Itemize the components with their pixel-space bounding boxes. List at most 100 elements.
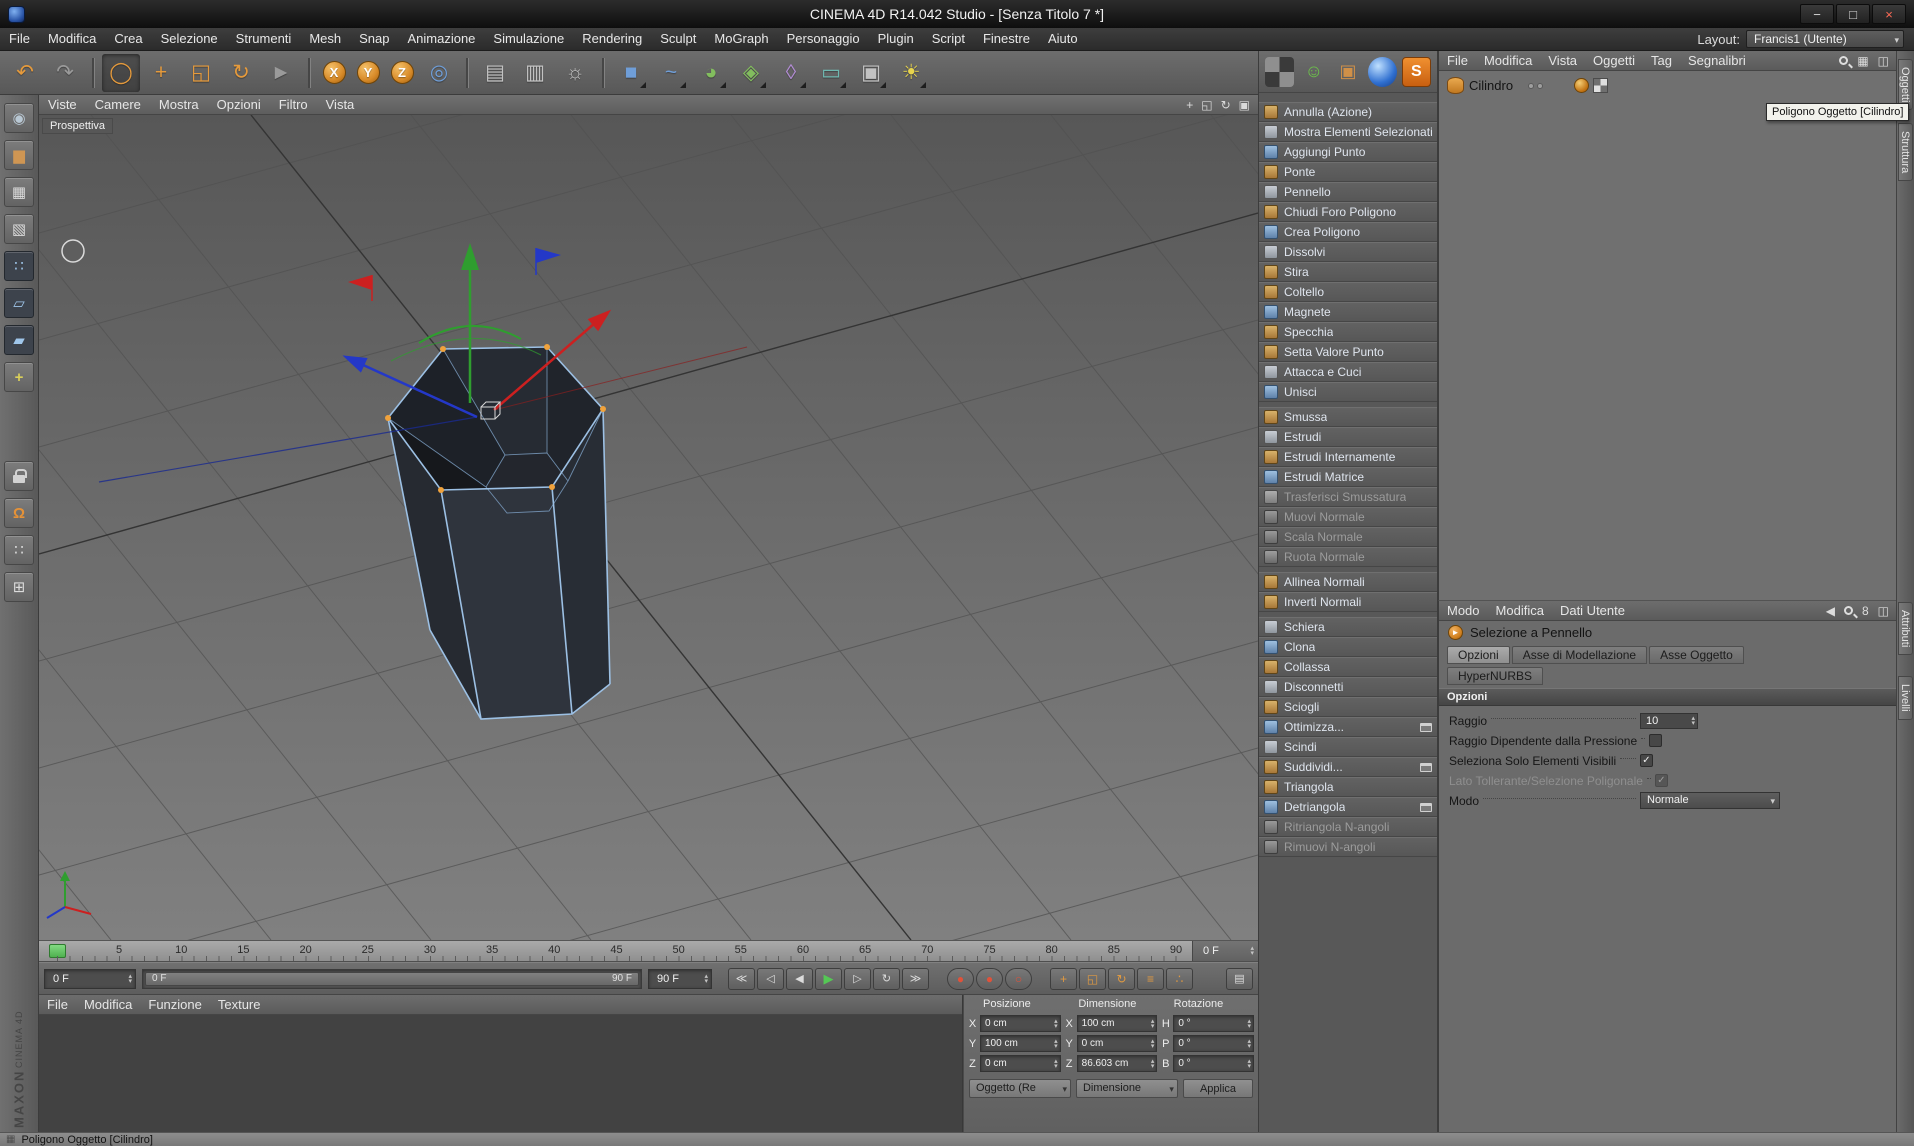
uvw-mode-button[interactable]: ▧ — [4, 214, 34, 244]
command-item[interactable]: Stira — [1259, 262, 1437, 282]
viewport-view-label[interactable]: Prospettiva — [42, 118, 114, 134]
menu-item[interactable]: File — [0, 28, 39, 50]
record-scale-toggle[interactable]: ◱ — [1079, 967, 1106, 990]
render-settings-button[interactable]: ☼ — [556, 54, 594, 92]
next-frame-button[interactable]: ▷ — [844, 967, 871, 990]
command-item[interactable]: Inverti Normali — [1259, 592, 1437, 612]
materials-menu-item[interactable]: Modifica — [76, 995, 140, 1014]
command-item[interactable]: Scindi — [1259, 737, 1437, 757]
prev-frame-button[interactable]: ◀ — [786, 967, 813, 990]
spinner-icon[interactable]: ▴ ▾ — [1250, 945, 1254, 957]
record-parameter-toggle[interactable]: ≡ — [1137, 967, 1164, 990]
spinner-icon[interactable]: ▴ ▾ — [1247, 1018, 1251, 1030]
command-item[interactable]: Mostra Elementi Selezionati — [1259, 122, 1437, 142]
coordinate-field[interactable]: 0 cm ▴ ▾ — [1076, 1035, 1158, 1052]
command-item[interactable]: Trasferisci Smussatura — [1259, 487, 1437, 507]
command-item[interactable]: Smussa — [1259, 407, 1437, 427]
ruler-frame-field[interactable]: 0 F ▴ ▾ — [1192, 941, 1258, 961]
lock-z-axis-button[interactable]: Z — [386, 54, 418, 92]
spinner-icon[interactable]: ▴ ▾ — [1151, 1058, 1155, 1070]
record-rotation-toggle[interactable]: ↻ — [1108, 967, 1135, 990]
coordinate-field[interactable]: 86.603 cm ▴ ▾ — [1076, 1055, 1158, 1072]
command-item[interactable]: Dissolvi — [1259, 242, 1437, 262]
materials-menu-item[interactable]: File — [39, 995, 76, 1014]
record-position-toggle[interactable]: + — [1050, 967, 1077, 990]
uvw-tag-icon[interactable] — [1593, 78, 1609, 93]
viewport-menu-item[interactable]: Mostra — [150, 95, 208, 114]
pressione-checkbox[interactable] — [1649, 734, 1663, 747]
lock-x-axis-button[interactable]: X — [318, 54, 350, 92]
lock-y-axis-button[interactable]: Y — [352, 54, 384, 92]
materials-menu-item[interactable]: Texture — [210, 995, 269, 1014]
command-item[interactable]: Setta Valore Punto — [1259, 342, 1437, 362]
search-icon[interactable] — [1843, 606, 1853, 615]
menu-item[interactable]: Strumenti — [227, 28, 301, 50]
object-manager-menu-item[interactable]: Oggetti — [1585, 51, 1643, 70]
command-item[interactable]: Collassa — [1259, 657, 1437, 677]
viewport-menu-item[interactable]: Viste — [39, 95, 86, 114]
panel-icon[interactable]: ◫ — [1878, 55, 1889, 67]
command-item[interactable]: Sciogli — [1259, 697, 1437, 717]
object-manager-menu-item[interactable]: Segnalibri — [1680, 51, 1754, 70]
materials-menu-item[interactable]: Funzione — [140, 995, 209, 1014]
loop-button[interactable]: ↻ — [873, 967, 900, 990]
attribute-tab[interactable]: Asse di Modellazione — [1511, 646, 1648, 664]
spinner-icon[interactable]: ▴ ▾ — [1151, 1038, 1155, 1050]
timeline-range-slider[interactable]: 0 F 90 F — [142, 968, 642, 989]
record-keyframe-button[interactable]: ● — [947, 967, 974, 990]
add-spline-button[interactable]: ~ — [652, 54, 690, 92]
end-frame-field[interactable]: 90 F ▴ ▾ — [648, 968, 712, 989]
rotate-tool[interactable]: ↻ — [222, 54, 260, 92]
spinner-icon[interactable]: ▴ ▾ — [1691, 715, 1695, 727]
menu-item[interactable]: Finestre — [974, 28, 1039, 50]
viewport-menu-item[interactable]: Vista — [317, 95, 364, 114]
menu-item[interactable]: MoGraph — [705, 28, 777, 50]
size-mode-dropdown[interactable]: Dimensione — [1075, 1079, 1178, 1098]
command-item[interactable]: Ruota Normale — [1259, 547, 1437, 567]
menu-item[interactable]: Personaggio — [778, 28, 869, 50]
attribute-menu-item[interactable]: Dati Utente — [1552, 601, 1633, 620]
menu-item[interactable]: Modifica — [39, 28, 105, 50]
rotate-view-icon[interactable]: ↻ — [1221, 98, 1231, 112]
command-item[interactable]: Pennello — [1259, 182, 1437, 202]
toolbar-button[interactable] — [89, 57, 97, 89]
command-item[interactable]: Aggiungi Punto — [1259, 142, 1437, 162]
render-view-button[interactable]: ▤ — [476, 54, 514, 92]
render-picture-viewer-button[interactable]: ▥ — [516, 54, 554, 92]
object-manager-menu-item[interactable]: Vista — [1540, 51, 1585, 70]
coords-col-posizione[interactable]: Posizione — [968, 998, 1063, 1015]
undo-button[interactable]: ↶ — [6, 54, 44, 92]
sculpt-palette-icon[interactable]: S — [1401, 56, 1431, 87]
spinner-icon[interactable]: ▴ ▾ — [1151, 1018, 1155, 1030]
model-mode-button[interactable]: ▆ — [4, 140, 34, 170]
lock-icon-button[interactable] — [4, 461, 34, 491]
filter-icon[interactable]: ▦ — [1857, 55, 1868, 67]
menu-item[interactable]: Snap — [350, 28, 398, 50]
range-slider-handle[interactable]: 0 F 90 F — [145, 971, 639, 986]
timeline-options-button[interactable]: ▤ — [1226, 967, 1253, 990]
object-manager-menu-item[interactable]: File — [1439, 51, 1476, 70]
keyframe-selection-button[interactable]: ○ — [1005, 967, 1032, 990]
spinner-icon[interactable]: ▴ ▾ — [704, 973, 708, 985]
last-used-tool[interactable]: ► — [262, 54, 300, 92]
command-item[interactable]: Clona — [1259, 637, 1437, 657]
coords-col-dimensione[interactable]: Dimensione — [1063, 998, 1158, 1015]
coordinate-field[interactable]: 0 cm ▴ ▾ — [980, 1015, 1061, 1032]
tab-struttura[interactable]: Struttura — [1898, 123, 1913, 182]
snap-magnet-button[interactable]: Ω — [4, 498, 34, 528]
object-row[interactable]: Cilindro — [1439, 71, 1896, 94]
minimize-button[interactable]: − — [1800, 4, 1834, 24]
command-item[interactable]: Schiera — [1259, 617, 1437, 637]
panel-icon[interactable]: ◫ — [1878, 605, 1889, 617]
coordinate-field[interactable]: 0 cm ▴ ▾ — [980, 1055, 1061, 1072]
scale-tool[interactable]: ◱ — [182, 54, 220, 92]
toolbar-button[interactable] — [305, 57, 313, 89]
coordinate-field[interactable]: 0 ° ▴ ▾ — [1173, 1015, 1254, 1032]
command-item[interactable]: Estrudi — [1259, 427, 1437, 447]
frame-field[interactable]: 0 F ▴ ▾ — [44, 968, 136, 989]
model-palette-icon[interactable]: ▣ — [1333, 57, 1362, 87]
coordinate-field[interactable]: 0 ° ▴ ▾ — [1173, 1035, 1254, 1052]
menu-item[interactable]: Mesh — [300, 28, 350, 50]
attribute-menu-item[interactable]: Modo — [1439, 601, 1488, 620]
workplane-button[interactable]: ⊞ — [4, 572, 34, 602]
